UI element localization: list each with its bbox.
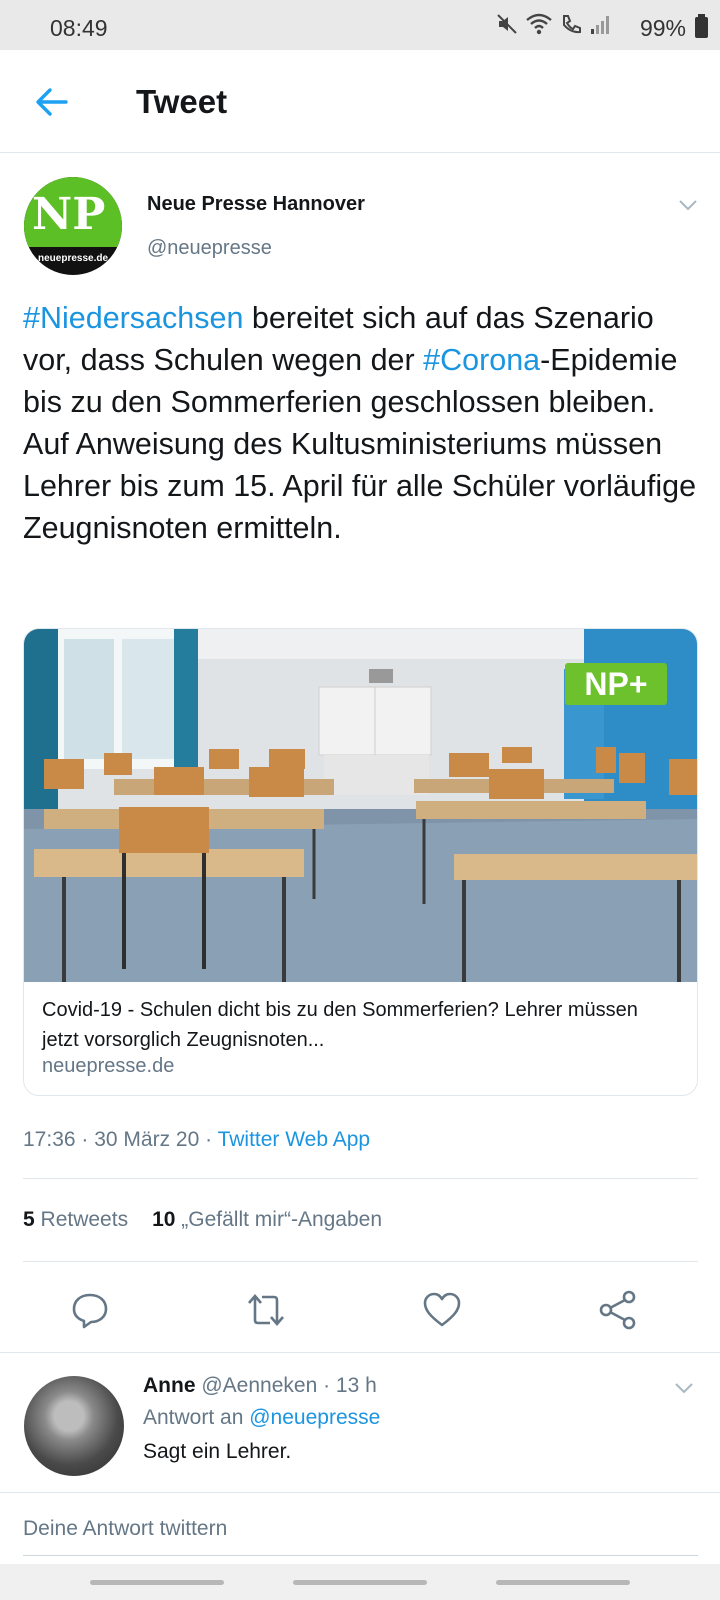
battery-icon [695, 14, 708, 38]
arrow-left-icon[interactable] [30, 80, 74, 124]
app-header: Tweet [0, 50, 720, 153]
retweets-label: Retweets [40, 1208, 129, 1231]
tweet-actions [0, 1268, 720, 1348]
call-icon [563, 15, 581, 34]
reply-to-label: Antwort an [143, 1406, 250, 1429]
avatar-logo-text: NP [32, 189, 106, 240]
hashtag-link[interactable]: #Niedersachsen [23, 301, 243, 335]
hashtag-link[interactable]: #Corona [423, 343, 540, 377]
signal-icon [591, 16, 609, 34]
nav-recents-button[interactable] [90, 1580, 224, 1585]
likes-count: 10 [152, 1208, 176, 1231]
retweets-count: 5 [23, 1208, 35, 1231]
status-time: 08:49 [50, 15, 108, 41]
author-name[interactable]: Neue Presse Hannover [147, 193, 365, 216]
system-nav-bar [0, 1564, 720, 1600]
avatar[interactable] [24, 1376, 124, 1476]
reply-handle-time: @Aenneken · 13 h [201, 1374, 377, 1397]
share-icon[interactable] [598, 1290, 638, 1330]
reply-composer: Deine Antwort twittern [0, 1492, 720, 1564]
avatar-logo-subtext: neuepresse.de [38, 253, 109, 264]
likes-stat[interactable]: 10 „Gefällt mir“-Angaben [152, 1208, 382, 1232]
status-bar: 08:49 99% [0, 0, 720, 50]
page-title: Tweet [136, 83, 228, 120]
reply-author-name[interactable]: Anne [143, 1374, 196, 1397]
card-domain: neuepresse.de [42, 1055, 175, 1077]
retweets-stat[interactable]: 5 Retweets [23, 1208, 128, 1232]
np-plus-badge: NP+ [565, 663, 667, 705]
nav-home-button[interactable] [293, 1580, 427, 1585]
reply-to-handle-link[interactable]: @neuepresse [249, 1406, 380, 1429]
status-icons [496, 13, 610, 35]
chevron-down-icon[interactable] [672, 1376, 696, 1400]
composer-underline [23, 1555, 698, 1556]
reply-input[interactable]: Deine Antwort twittern [23, 1517, 227, 1541]
reply-icon[interactable] [70, 1290, 110, 1330]
tweet-source-link[interactable]: Twitter Web App [218, 1128, 371, 1151]
classroom-image: NP+ [24, 629, 697, 982]
mute-icon [497, 14, 517, 34]
divider [23, 1178, 698, 1179]
author-handle[interactable]: @neuepresse [147, 237, 272, 260]
like-icon[interactable] [422, 1290, 462, 1330]
divider [23, 1261, 698, 1262]
tweet-timestamp: 17:36 · 30 März 20 · [23, 1128, 218, 1151]
reply-tweet[interactable]: Anne @Aenneken · 13 h Antwort an @neuepr… [0, 1352, 720, 1492]
reply-text: Sagt ein Lehrer. [143, 1440, 292, 1463]
reply-author-line: Anne @Aenneken · 13 h [143, 1374, 377, 1398]
nav-back-button[interactable] [496, 1580, 630, 1585]
tweet-text: #Niedersachsen bereitet sich auf das Sze… [23, 297, 703, 549]
avatar[interactable]: NP neuepresse.de [24, 177, 122, 275]
likes-label: „Gefällt mir“-Angaben [181, 1208, 383, 1231]
chevron-down-icon[interactable] [676, 193, 700, 217]
wifi-icon [526, 13, 552, 35]
retweet-icon[interactable] [246, 1290, 286, 1330]
link-card[interactable]: NP+ Covid-19 - Schulen dicht bis zu den … [23, 628, 698, 1096]
tweet-stats: 5 Retweets 10 „Gefällt mir“-Angaben [23, 1208, 382, 1232]
tweet-meta: 17:36 · 30 März 20 · Twitter Web App [23, 1128, 370, 1152]
card-title: Covid-19 - Schulen dicht bis zu den Somm… [42, 999, 638, 1051]
reply-to-line: Antwort an @neuepresse [143, 1406, 380, 1430]
battery-percent: 99% [639, 15, 686, 41]
